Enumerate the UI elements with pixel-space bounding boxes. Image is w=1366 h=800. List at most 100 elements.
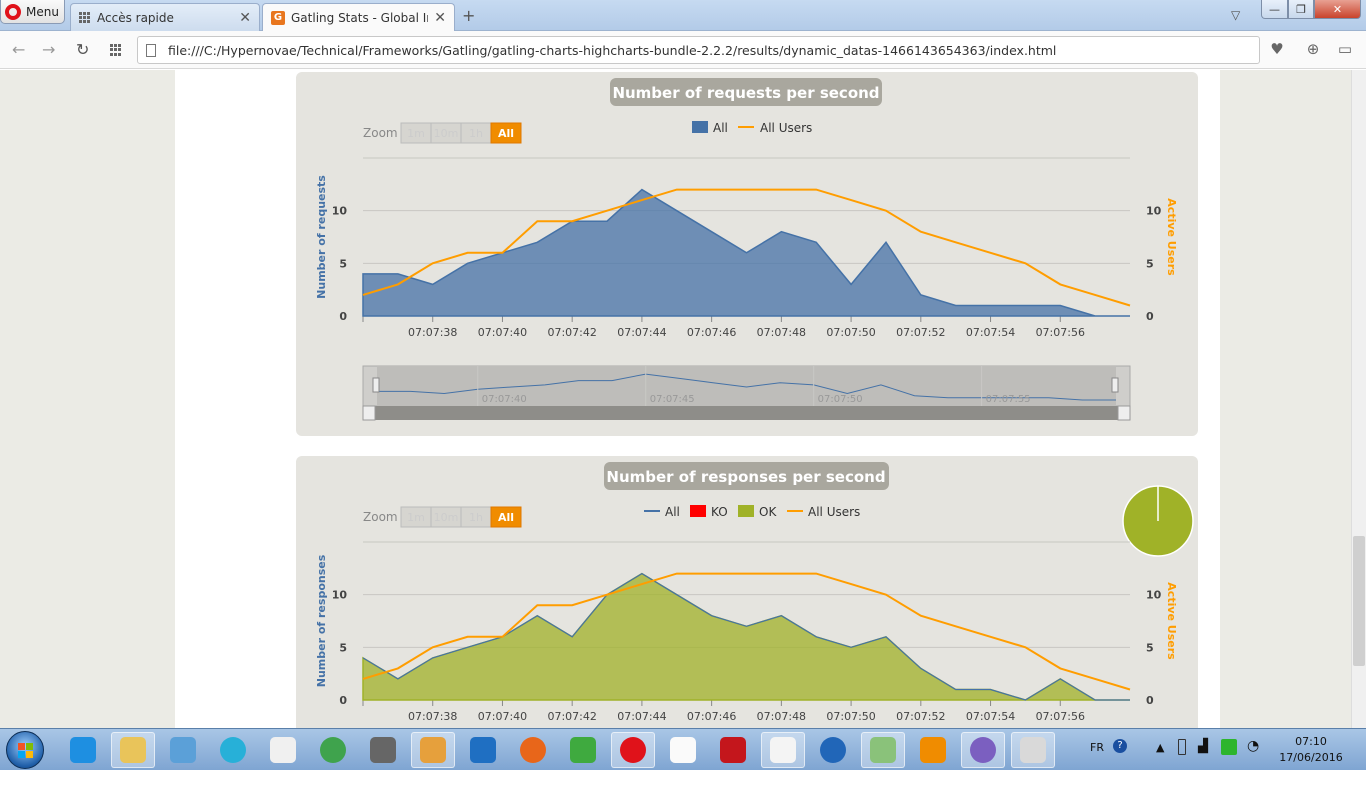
legend-item-all[interactable]: All <box>692 121 728 135</box>
legend-item-ko[interactable]: KO <box>690 505 728 519</box>
svg-text:All: All <box>498 127 514 140</box>
taskbar-opera[interactable] <box>611 732 655 768</box>
tab-gatling-stats[interactable]: G Gatling Stats - Global Infor ✕ <box>262 3 455 31</box>
vlc-icon <box>920 737 946 763</box>
close-tab-icon[interactable]: ✕ <box>239 10 251 26</box>
tab-label: Gatling Stats - Global Infor <box>291 10 428 25</box>
y2-axis-label: Active Users <box>1165 198 1178 276</box>
y-tick-label: 0 <box>339 310 347 323</box>
show-hidden-icons-icon[interactable]: ▲ <box>1156 741 1164 754</box>
scrollbar-thumb[interactable] <box>1353 536 1365 666</box>
navigator-scrollbar[interactable] <box>363 406 1130 420</box>
taskbar-dvd-player[interactable] <box>811 732 855 768</box>
zoom-1h-button[interactable]: 1h <box>460 506 492 528</box>
taskbar-chrome[interactable] <box>311 732 355 768</box>
x-tick-label: 07:07:54 <box>966 326 1015 339</box>
help-icon[interactable]: ? <box>1113 739 1127 753</box>
close-window-button[interactable]: ✕ <box>1314 0 1361 19</box>
speed-dial-icon[interactable] <box>110 44 122 56</box>
menu-label: Menu <box>26 4 59 19</box>
opera-menu-button[interactable]: Menu <box>0 0 65 24</box>
zoom-1h-button[interactable]: 1h <box>460 122 492 144</box>
gatling-favicon-icon: G <box>271 10 285 25</box>
navigator-scroll-right-button[interactable] <box>1117 405 1131 421</box>
screen-bottom <box>0 770 1366 800</box>
navigator-scroll-left-button[interactable] <box>362 405 376 421</box>
taskbar-disk-tool[interactable] <box>361 732 405 768</box>
language-indicator[interactable]: FR <box>1090 741 1104 754</box>
navigator-right-handle[interactable] <box>1111 377 1119 393</box>
tab-menu-icon[interactable]: ▽ <box>1231 8 1240 22</box>
taskbar-green-app[interactable] <box>561 732 605 768</box>
zoom-all-button[interactable]: All <box>490 122 522 144</box>
battery-icon[interactable] <box>1178 739 1186 755</box>
sidebar-icon[interactable]: ▭ <box>1336 40 1354 58</box>
navigator-tick-label: 07:07:50 <box>818 394 863 405</box>
taskbar-firefox[interactable] <box>511 732 555 768</box>
zoom-all-button[interactable]: All <box>490 506 522 528</box>
svg-text:All: All <box>713 121 728 135</box>
tab-acces-rapide[interactable]: Accès rapide ✕ <box>70 3 260 31</box>
taskbar-paper-plane[interactable] <box>861 732 905 768</box>
taskbar-media-player[interactable] <box>461 732 505 768</box>
zoom-10m-button[interactable]: 10m <box>430 122 462 144</box>
forward-icon[interactable]: → <box>42 40 55 59</box>
media-player-icon <box>470 737 496 763</box>
taskbar-paint[interactable] <box>411 732 455 768</box>
minimize-button[interactable]: — <box>1261 0 1288 19</box>
legend-item-ok[interactable]: OK <box>738 505 777 519</box>
requests-chart-panel: Number of requests per second Zoom 1m 10… <box>296 72 1198 436</box>
firefox-icon <box>520 737 546 763</box>
signal-icon[interactable]: ▟ <box>1198 739 1208 754</box>
taskbar-vlc[interactable] <box>911 732 955 768</box>
heart-icon[interactable]: ♥ <box>1268 40 1286 58</box>
address-bar[interactable]: file:///C:/Hypernovae/Technical/Framewor… <box>137 36 1260 64</box>
taskbar-control-panel[interactable] <box>161 732 205 768</box>
spreadsheet-icon <box>770 737 796 763</box>
taskbar-internet-explorer[interactable] <box>61 732 105 768</box>
taskbar-hub[interactable] <box>211 732 255 768</box>
close-tab-icon[interactable]: ✕ <box>434 10 446 26</box>
java-icon <box>270 737 296 763</box>
bookmark-app-icon <box>670 737 696 763</box>
legend-item-all[interactable]: All <box>644 505 680 519</box>
tab-label: Accès rapide <box>97 10 174 25</box>
x-tick-label: 07:07:44 <box>617 326 666 339</box>
wifi-icon[interactable]: ◔ <box>1247 738 1259 754</box>
download-icon[interactable]: ⊕ <box>1304 40 1322 58</box>
navigator[interactable]: 07:07:40 07:07:45 07:07:50 07:07:55 <box>362 365 1131 421</box>
legend-item-all-users[interactable]: All Users <box>787 505 860 519</box>
zoom-1m-button[interactable]: 1m <box>400 506 432 528</box>
y-tick-label: 5 <box>339 257 347 270</box>
taskbar-purple-app[interactable] <box>961 732 1005 768</box>
x-tick-label: 07:07:54 <box>966 710 1015 723</box>
reload-icon[interactable]: ↻ <box>76 40 89 59</box>
taskbar-pdf-reader[interactable] <box>711 732 755 768</box>
zoom-10m-button[interactable]: 10m <box>430 506 462 528</box>
vertical-scrollbar[interactable] <box>1351 70 1366 728</box>
responses-chart-panel: Number of responses per second Zoom 1m 1… <box>296 456 1198 728</box>
y-tick-label: 10 <box>332 589 348 602</box>
new-tab-button[interactable]: + <box>462 6 475 25</box>
maximize-button[interactable]: ❐ <box>1288 0 1314 19</box>
file-explorer-icon <box>120 737 146 763</box>
navigator-left-handle[interactable] <box>372 377 380 393</box>
taskbar-spreadsheet[interactable] <box>761 732 805 768</box>
start-button[interactable] <box>6 731 44 769</box>
chart-title: Number of responses per second <box>606 468 885 486</box>
taskbar-file-explorer[interactable] <box>111 732 155 768</box>
windows-taskbar: FR ? ▲ ▟ ◔ 07:10 17/06/2016 <box>0 728 1366 770</box>
paint-icon <box>420 737 446 763</box>
svg-text:OK: OK <box>759 505 777 519</box>
green-tray-icon[interactable] <box>1221 739 1237 755</box>
taskbar-photo-app[interactable] <box>1011 732 1055 768</box>
paper-plane-icon <box>870 737 896 763</box>
back-icon[interactable]: ← <box>12 40 25 59</box>
clock[interactable]: 07:10 17/06/2016 <box>1276 734 1346 766</box>
zoom-1m-button[interactable]: 1m <box>400 122 432 144</box>
y2-tick-label: 0 <box>1146 694 1154 707</box>
opera-icon <box>620 737 646 763</box>
taskbar-bookmark-app[interactable] <box>661 732 705 768</box>
taskbar-java[interactable] <box>261 732 305 768</box>
legend-item-all-users[interactable]: All Users <box>738 121 812 135</box>
